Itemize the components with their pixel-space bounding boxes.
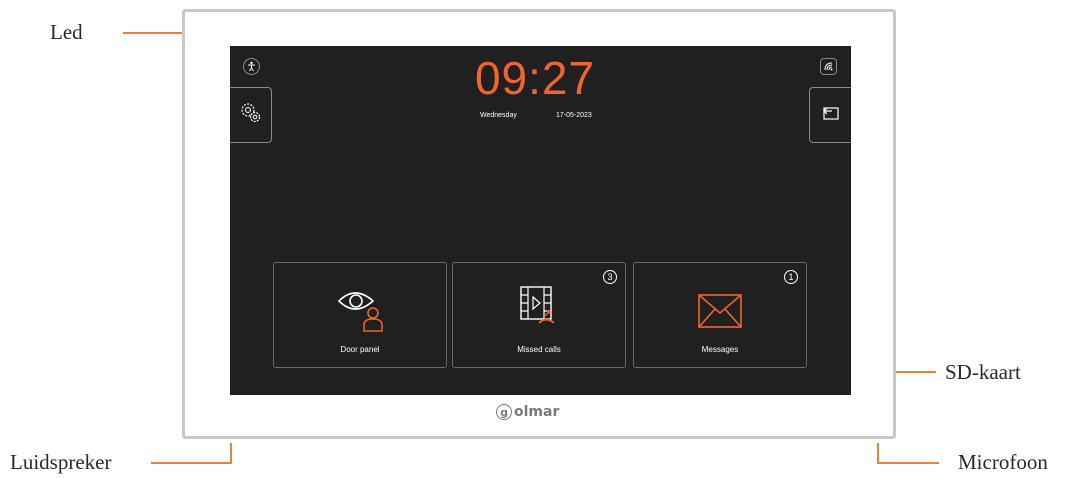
settings-gears-icon <box>239 101 263 130</box>
accessibility-icon[interactable] <box>243 58 260 75</box>
messages-badge: 1 <box>784 270 798 284</box>
back-button[interactable] <box>809 87 851 143</box>
callout-speaker-line-vertical <box>230 443 232 464</box>
tile-door-panel[interactable]: Door panel <box>273 262 447 368</box>
tile-door-panel-label: Door panel <box>340 345 380 354</box>
golmar-logo: g olmar <box>496 404 559 420</box>
envelope-icon <box>697 293 743 334</box>
callout-sd-card: SD-kaart <box>945 360 1021 384</box>
tile-messages[interactable]: 1 Messages <box>633 262 807 368</box>
clock-time: 09:27 <box>474 52 596 104</box>
logo-letter: g <box>496 404 512 420</box>
back-arrow-icon <box>820 103 842 128</box>
wifi-signal-icon[interactable] <box>820 58 837 75</box>
logo-text: olmar <box>514 404 560 420</box>
tile-missed-calls-label: Missed calls <box>517 345 561 354</box>
settings-button[interactable] <box>230 87 272 143</box>
callout-speaker-line <box>151 462 232 464</box>
missed-calls-badge: 3 <box>603 270 617 284</box>
day-of-week: Wednesday <box>480 112 517 119</box>
callout-led: Led <box>50 20 83 44</box>
callout-microphone-line-vertical <box>877 443 879 464</box>
tile-messages-label: Messages <box>701 345 739 354</box>
touch-screen: 09:27 Wednesday 17-05-2023 Door panel 3 … <box>230 46 851 395</box>
callout-microphone-line <box>877 462 939 464</box>
callout-speaker: Luidspreker <box>10 450 112 474</box>
callout-microphone: Microfoon <box>958 450 1048 474</box>
door-panel-eye-icon <box>333 285 387 338</box>
date-text: 17-05-2023 <box>556 112 592 119</box>
missed-calls-film-icon <box>519 285 559 332</box>
tile-missed-calls[interactable]: 3 Missed calls <box>452 262 626 368</box>
